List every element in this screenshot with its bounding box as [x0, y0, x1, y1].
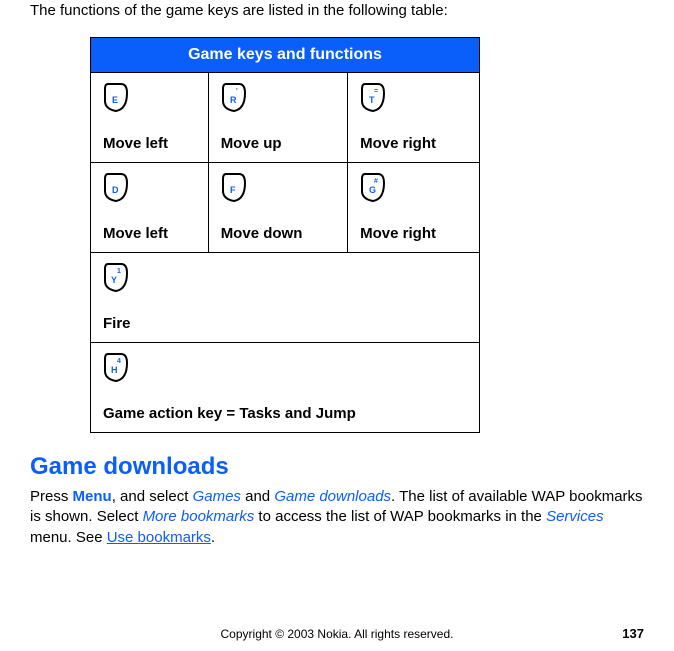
table-row: 4 H Game action key = Tasks and Jump [91, 343, 480, 433]
text-fragment: to access the list of WAP bookmarks in t… [254, 508, 546, 525]
key-cell-y: 1 Y Fire [91, 253, 480, 343]
svg-text:1: 1 [117, 268, 121, 275]
game-downloads-paragraph: Press Menu, and select Games and Game do… [30, 487, 644, 548]
table-row: 1 Y Fire [91, 253, 480, 343]
more-bookmarks-label: More bookmarks [143, 508, 255, 525]
key-label: Move left [103, 225, 168, 242]
key-icon: F [221, 173, 335, 207]
text-fragment: , and select [112, 488, 193, 505]
svg-text:E: E [112, 95, 118, 105]
key-icon: # G [360, 173, 467, 207]
svg-text:G: G [369, 185, 376, 195]
svg-text:H: H [111, 365, 118, 375]
key-icon: = T [360, 83, 467, 117]
key-icon: D [103, 173, 196, 207]
svg-text:R: R [230, 95, 237, 105]
key-icon: ' R [221, 83, 335, 117]
section-heading-game-downloads: Game downloads [30, 453, 644, 481]
text-fragment: . [211, 529, 215, 546]
text-fragment: and [241, 488, 274, 505]
key-icon: 1 Y [103, 263, 467, 297]
games-label: Games [193, 488, 241, 505]
text-fragment: menu. See [30, 529, 107, 546]
table-header: Game keys and functions [91, 38, 480, 73]
key-label: Game action key = Tasks and Jump [103, 405, 356, 422]
table-row: E Move left ' R Move up = T [91, 73, 480, 163]
svg-text:D: D [112, 185, 119, 195]
svg-text:T: T [369, 95, 375, 105]
svg-text:Y: Y [111, 275, 117, 285]
text-fragment: Press [30, 488, 73, 505]
key-label: Move left [103, 135, 168, 152]
key-label: Move right [360, 135, 436, 152]
game-downloads-label: Game downloads [274, 488, 391, 505]
key-icon: E [103, 83, 196, 117]
key-label: Move up [221, 135, 282, 152]
services-label: Services [546, 508, 604, 525]
footer-copyright: Copyright © 2003 Nokia. All rights reser… [0, 627, 674, 641]
game-keys-table: Game keys and functions E Move left ' R … [90, 37, 480, 433]
svg-text:=: = [374, 88, 378, 95]
key-cell-g: # G Move right [348, 163, 480, 253]
key-label: Move right [360, 225, 436, 242]
page-number: 137 [622, 626, 644, 641]
svg-text:#: # [374, 178, 378, 185]
key-cell-d: D Move left [91, 163, 209, 253]
key-cell-r: ' R Move up [208, 73, 347, 163]
key-icon: 4 H [103, 353, 467, 387]
key-cell-f: F Move down [208, 163, 347, 253]
intro-text: The functions of the game keys are liste… [30, 2, 644, 19]
svg-text:4: 4 [117, 358, 121, 365]
use-bookmarks-link[interactable]: Use bookmarks [107, 529, 211, 546]
key-label: Move down [221, 225, 303, 242]
table-row: D Move left F Move down # G Mo [91, 163, 480, 253]
key-label: Fire [103, 315, 131, 332]
key-cell-e: E Move left [91, 73, 209, 163]
menu-label: Menu [73, 488, 112, 505]
key-cell-h: 4 H Game action key = Tasks and Jump [91, 343, 480, 433]
svg-text:F: F [230, 185, 236, 195]
key-cell-t: = T Move right [348, 73, 480, 163]
